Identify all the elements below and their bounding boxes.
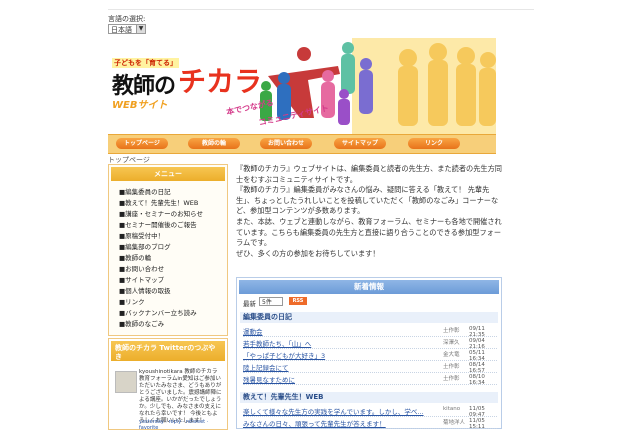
news-row-title[interactable]: みなさんの日々、頑張って先輩先生が答えます！ xyxy=(243,418,386,428)
news-row-date: 08/14 16:57 xyxy=(469,362,485,374)
news-row-date: 09/11 21:35 xyxy=(469,326,485,338)
rss-icon[interactable]: RSS xyxy=(289,297,307,305)
sidebar-item[interactable]: ■編集部のブログ xyxy=(119,241,171,251)
news-row[interactable]: 残暑見なすために 土作彰 08/10 16:34 xyxy=(243,374,497,386)
news-row-author: kitano xyxy=(443,406,461,412)
language-select[interactable]: 日本語 ▼ xyxy=(108,24,146,34)
news-row-author: 金大竜 xyxy=(443,352,460,358)
twitter-widget-title: 教師のチカラ Twitterのつぶやき xyxy=(111,341,225,361)
sidebar-item[interactable]: ■リンク xyxy=(119,296,145,306)
news-row-author: 土作彰 xyxy=(443,364,460,370)
top-divider xyxy=(108,9,534,10)
logo-title-accent: チカラ xyxy=(178,65,263,98)
nav-contact[interactable]: お問い合わせ xyxy=(260,138,312,149)
logo-web-site: WEBサイト xyxy=(112,100,168,111)
language-selected: 日本語 xyxy=(111,26,132,34)
sidebar-item[interactable]: ■教師の輪 xyxy=(119,252,151,262)
news-row[interactable]: 楽しくて様々な先生方の実践を学んでいます。しかし、学べ... kitano 11… xyxy=(243,406,497,418)
news-row[interactable]: みなさんの日々、頑張って先輩先生が答えます！ 菊地洋人 11/05 15:11 xyxy=(243,418,497,430)
news-section-title: 編集委員の日記 xyxy=(240,312,498,323)
intro-paragraph: また、本誌、ウェブと連動しながら、教育フォーラム、セミナーも各地で開催されていま… xyxy=(236,216,502,248)
avatar[interactable] xyxy=(115,371,137,393)
sidebar-item[interactable]: ■編集委員の日記 xyxy=(119,186,171,196)
nav-links[interactable]: リンク xyxy=(408,138,460,149)
sidebar-item[interactable]: ■個人情報の取扱 xyxy=(119,285,171,295)
twitter-widget: 教師のチカラ Twitterのつぶやき kyoushinotikara 教師のチ… xyxy=(108,338,228,431)
news-count-select[interactable]: 5件 xyxy=(259,297,283,306)
sidebar-menu: メニュー ■編集委員の日記 ■教えて！先輩先生！WEB ■講座・セミナーのお知ら… xyxy=(108,164,228,336)
sidebar-item[interactable]: ■お問い合わせ xyxy=(119,263,164,273)
nav-sitemap[interactable]: サイトマップ xyxy=(334,138,386,149)
sidebar-item[interactable]: ■バックナンバー立ち読み xyxy=(119,307,197,317)
news-row-author: 菊地洋人 xyxy=(443,420,466,426)
news-row-title[interactable]: 陸上記録会にて xyxy=(243,362,289,372)
news-row-date: 05/11 16:34 xyxy=(469,350,485,362)
news-row[interactable]: 若手教師たち、「山」へ 深澤久 09/04 21:16 xyxy=(243,338,497,350)
sidebar-menu-title: メニュー xyxy=(111,167,225,181)
news-row-author: 土作彰 xyxy=(443,328,460,334)
intro-paragraph: ぜひ、多くの方の参加をお待ちしています！ xyxy=(236,248,380,258)
intro-text: 『教師のチカラ』ウェブサイトは、編集委員と読者の先生方、また読者の先生方同士をむ… xyxy=(236,164,506,259)
news-row[interactable]: 運動会 土作彰 09/11 21:35 xyxy=(243,326,497,338)
news-row-author: 深澤久 xyxy=(443,340,460,346)
news-count-label: 最新 xyxy=(243,300,256,308)
news-row-title[interactable]: 楽しくて様々な先生方の実践を学んでいます。しかし、学べ... xyxy=(243,406,424,416)
news-row-title[interactable]: 若手教師たち、「山」へ xyxy=(243,338,311,348)
news-row-date: 09/04 21:16 xyxy=(469,338,485,350)
sidebar-item[interactable]: ■サイトマップ xyxy=(119,274,164,284)
news-section-title: 教えて！先輩先生！WEB xyxy=(240,392,498,403)
language-label: 言語の選択: xyxy=(108,15,146,23)
news-row-author: 土作彰 xyxy=(443,376,460,382)
global-nav: トップページ 教師の輪 お問い合わせ サイトマップ リンク xyxy=(108,134,496,154)
sidebar-item[interactable]: ■教師のなごみ xyxy=(119,318,164,328)
sidebar-item[interactable]: ■原稿受付中！ xyxy=(119,230,164,240)
news-row[interactable]: 「やっぱ子どもが大好き」3 金大竜 05/11 16:34 xyxy=(243,350,497,362)
tweet-actions[interactable]: yesterday · reply · retweet · favorite xyxy=(139,419,227,431)
tweet-text: kyoushinotikara 教師のチカラ 教育フォーラムin愛知はご参加いた… xyxy=(139,369,222,424)
news-row-date: 11/05 15:11 xyxy=(469,418,485,430)
news-title: 新着情報 xyxy=(239,280,499,294)
chevron-down-icon: ▼ xyxy=(136,25,145,33)
news-row-title[interactable]: 残暑見なすために xyxy=(243,374,295,384)
news-panel: 新着情報 最新 5件 RSS 編集委員の日記 運動会 土作彰 09/11 21:… xyxy=(236,277,502,430)
news-row-date: 08/10 16:34 xyxy=(469,374,485,386)
news-row-date: 11/05 09:47 xyxy=(469,406,485,418)
news-row-title[interactable]: 運動会 xyxy=(243,326,263,336)
logo-catchphrase: 子どもを「育てる」 xyxy=(112,58,179,68)
intro-paragraph: 『教師のチカラ』ウェブサイトは、編集委員と読者の先生方、また読者の先生方同士をむ… xyxy=(236,164,502,184)
sidebar-item[interactable]: ■講座・セミナーのお知らせ xyxy=(119,208,203,218)
intro-paragraph: 『教師のチカラ』編集委員がみなさんの悩み、疑問に答える「教えて！ 先輩先生」、ち… xyxy=(236,185,499,216)
news-row-title[interactable]: 「やっぱ子どもが大好き」3 xyxy=(243,350,325,360)
nav-teachers-circle[interactable]: 教師の輪 xyxy=(188,138,240,149)
nav-top[interactable]: トップページ xyxy=(116,138,168,149)
sidebar-item[interactable]: ■教えて！先輩先生！WEB xyxy=(119,197,198,207)
news-row[interactable]: 陸上記録会にて 土作彰 08/14 16:57 xyxy=(243,362,497,374)
sidebar-item[interactable]: ■セミナー開催後のご報告 xyxy=(119,219,197,229)
site-banner[interactable]: 子どもを「育てる」 教師の チカラ WEBサイト 本でつながる コミュニティサイ… xyxy=(108,38,496,134)
